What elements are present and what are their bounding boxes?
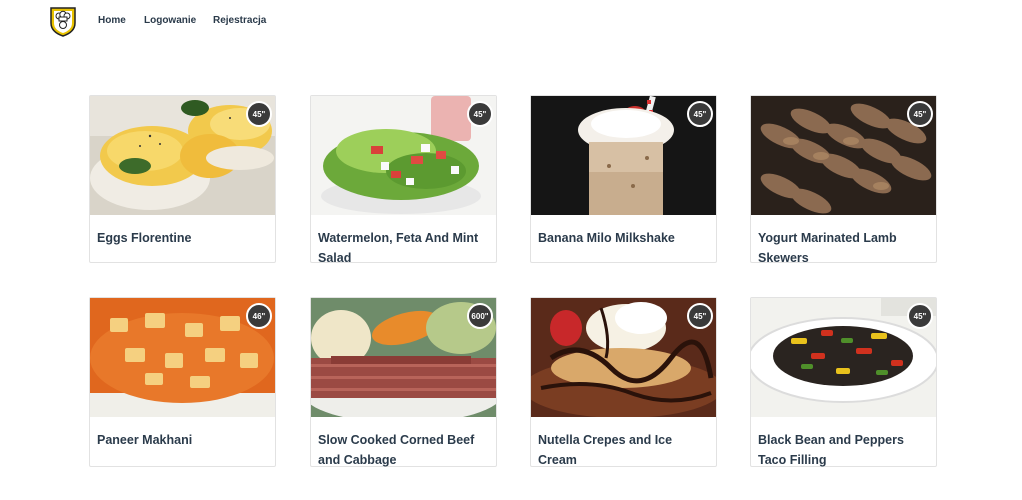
recipe-title[interactable]: Eggs Florentine (97, 228, 267, 248)
cook-time-badge: 45" (907, 101, 933, 127)
nav-home-link[interactable]: Home (98, 15, 126, 26)
cook-time-badge: 46" (246, 303, 272, 329)
nav-register-link[interactable]: Rejestracja (213, 15, 266, 26)
chef-logo-icon[interactable] (49, 5, 77, 37)
recipe-card[interactable]: 45" Banana Milo Milkshake (530, 95, 717, 263)
recipe-card[interactable]: 45" Yogurt Marinated Lamb Skewers (750, 95, 937, 265)
cook-time-badge: 45" (907, 303, 933, 329)
recipe-card[interactable]: 46" Paneer Makhani (89, 297, 276, 467)
nav-login-link[interactable]: Logowanie (144, 15, 196, 26)
recipe-card[interactable]: 45" Nutella Crepes and Ice Cream (530, 297, 717, 467)
recipe-title[interactable]: Watermelon, Feta And Mint Salad (318, 228, 488, 268)
cook-time-badge: 45" (687, 303, 713, 329)
recipe-card[interactable]: 45" Black Bean and Peppers Taco Filling (750, 297, 937, 467)
cook-time-badge: 45" (467, 101, 493, 127)
cook-time-badge: 45" (687, 101, 713, 127)
recipe-card[interactable]: 45" Watermelon, Feta And Mint Salad (310, 95, 497, 265)
cook-time-badge: 45" (246, 101, 272, 127)
recipe-title[interactable]: Banana Milo Milkshake (538, 228, 708, 248)
navbar: Home Logowanie Rejestracja (0, 0, 1022, 40)
recipe-title[interactable]: Paneer Makhani (97, 430, 267, 450)
recipe-title[interactable]: Yogurt Marinated Lamb Skewers (758, 228, 928, 268)
cook-time-badge: 600" (467, 303, 493, 329)
recipe-title[interactable]: Black Bean and Peppers Taco Filling (758, 430, 928, 470)
recipe-card[interactable]: 45" Eggs Florentine (89, 95, 276, 263)
recipe-title[interactable]: Slow Cooked Corned Beef and Cabbage (318, 430, 488, 470)
recipe-title[interactable]: Nutella Crepes and Ice Cream (538, 430, 708, 470)
recipe-card[interactable]: 600" Slow Cooked Corned Beef and Cabbage (310, 297, 497, 467)
